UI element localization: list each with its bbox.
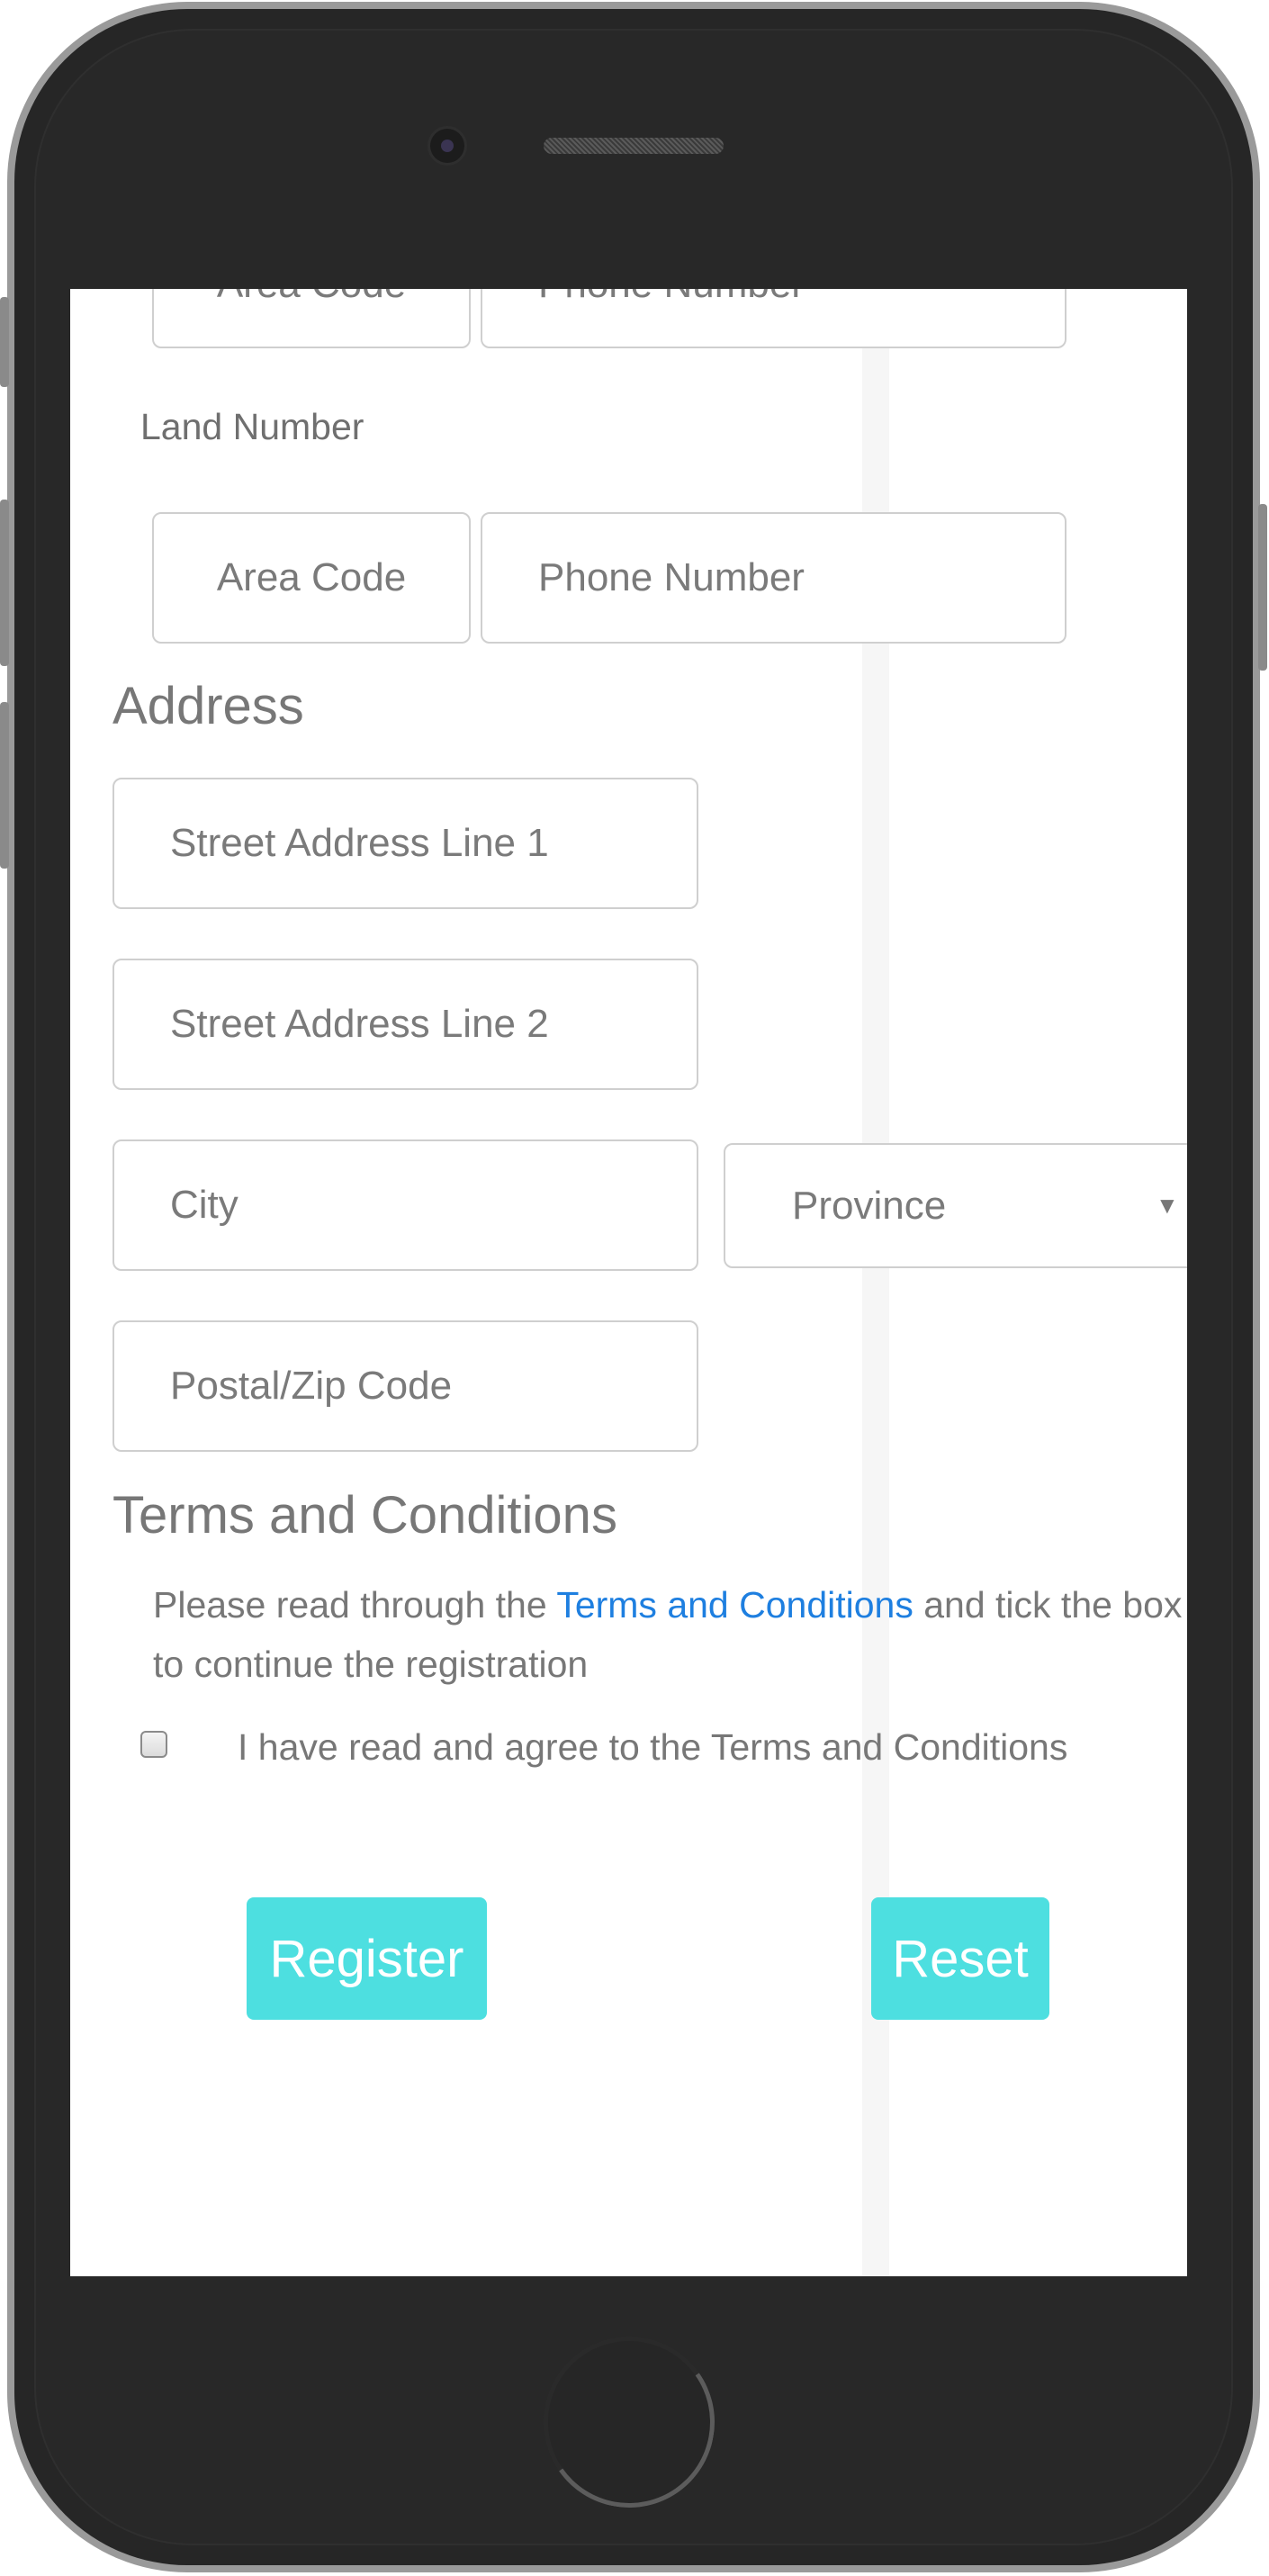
province-select-value: Province <box>792 1183 947 1228</box>
agree-checkbox[interactable] <box>140 1731 167 1758</box>
register-button[interactable]: Register <box>247 1897 487 2020</box>
volume-down-button <box>0 702 9 869</box>
street-address-line2-input[interactable]: Street Address Line 2 <box>112 959 698 1090</box>
terms-link[interactable]: Terms and Conditions <box>556 1584 914 1626</box>
street-address-line1-input[interactable]: Street Address Line 1 <box>112 778 698 909</box>
power-button <box>1258 504 1267 671</box>
reset-button[interactable]: Reset <box>871 1897 1049 2020</box>
screen: Area Code Phone Number Land Number Area … <box>70 289 1187 2276</box>
area-code-input-mobile[interactable]: Area Code <box>152 289 471 348</box>
phone-number-input-land[interactable]: Phone Number <box>481 512 1066 644</box>
camera-icon <box>430 129 464 163</box>
area-code-input-land[interactable]: Area Code <box>152 512 471 644</box>
speaker-grille <box>544 138 724 154</box>
terms-instructions: Please read through the Terms and Condit… <box>153 1575 1187 1694</box>
caret-down-icon: ▼ <box>1156 1192 1179 1219</box>
phone-number-input-mobile[interactable]: Phone Number <box>481 289 1066 348</box>
agree-checkbox-label: I have read and agree to the Terms and C… <box>238 1726 1068 1768</box>
postal-code-input[interactable]: Postal/Zip Code <box>112 1320 698 1452</box>
terms-text-before: Please read through the <box>153 1584 557 1626</box>
province-select[interactable]: Province ▼ <box>724 1143 1187 1268</box>
address-heading: Address <box>112 677 304 735</box>
city-input[interactable]: City <box>112 1139 698 1271</box>
silent-switch <box>0 297 9 387</box>
volume-up-button <box>0 500 9 666</box>
land-number-label: Land Number <box>140 406 364 447</box>
home-button[interactable] <box>544 2337 715 2508</box>
terms-heading: Terms and Conditions <box>112 1486 617 1545</box>
